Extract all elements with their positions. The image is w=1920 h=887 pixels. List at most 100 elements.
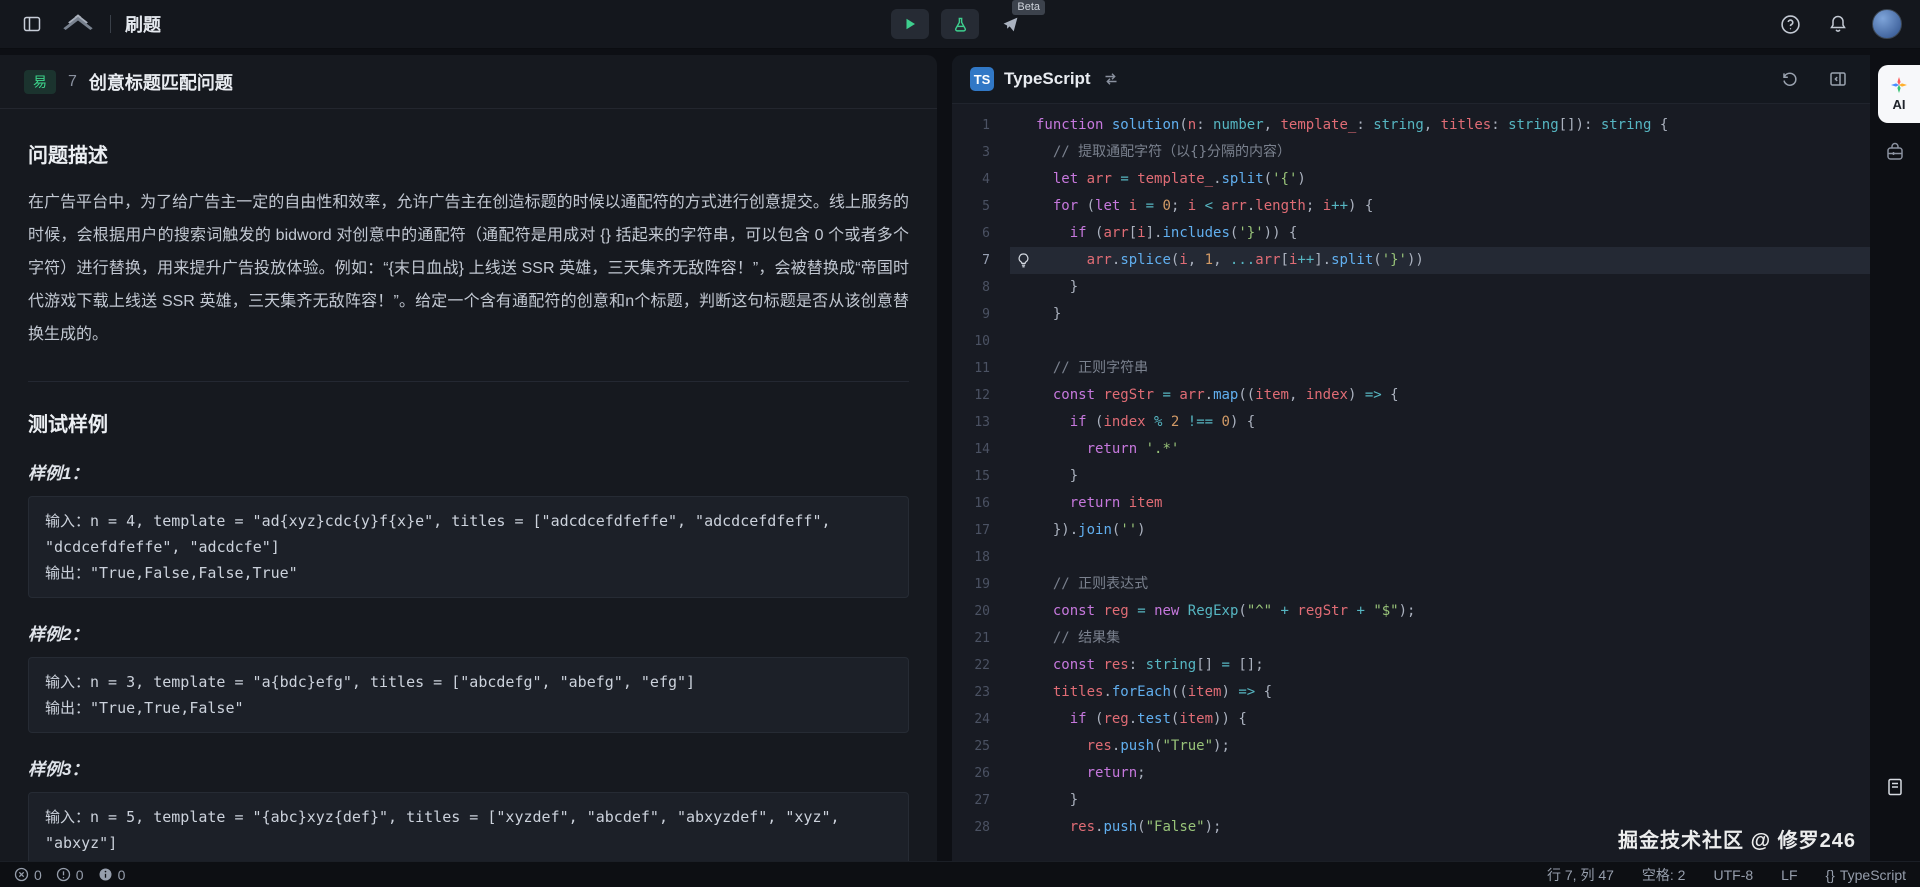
code-text: // 结果集 — [1036, 625, 1870, 652]
line-number: 10 — [952, 328, 1010, 355]
quickfix-lightbulb-icon[interactable] — [1010, 247, 1036, 274]
sample-input: 输入：n = 5, template = "{abc}xyz{def}", ti… — [45, 804, 892, 856]
sample-code-block: 输入：n = 5, template = "{abc}xyz{def}", ti… — [28, 792, 909, 861]
indentation-setting[interactable]: 空格: 2 — [1642, 865, 1686, 885]
code-text: // 提取通配字符（以{}分隔的内容） — [1036, 139, 1870, 166]
debug-test-button[interactable] — [941, 9, 979, 39]
code-text: for (let i = 0; i < arr.length; i++) { — [1036, 193, 1870, 220]
line-number: 16 — [952, 490, 1010, 517]
language-mode[interactable]: {} TypeScript — [1826, 867, 1907, 883]
line-number: 28 — [952, 814, 1010, 841]
code-line[interactable]: 27 } — [952, 787, 1870, 814]
encoding-setting[interactable]: UTF-8 — [1713, 867, 1753, 883]
line-number: 3 — [952, 139, 1010, 166]
code-editor[interactable]: 1function solution(n: number, template_:… — [952, 104, 1870, 861]
error-icon — [14, 867, 29, 882]
line-number: 24 — [952, 706, 1010, 733]
code-line[interactable]: 13 if (index % 2 !== 0) { — [952, 409, 1870, 436]
eol-setting[interactable]: LF — [1781, 867, 1797, 883]
code-line[interactable]: 25 res.push("True"); — [952, 733, 1870, 760]
user-avatar[interactable] — [1872, 9, 1902, 39]
ai-assistant-button[interactable]: AI — [1878, 65, 1920, 123]
bulb-slot — [1010, 787, 1036, 814]
line-number: 13 — [952, 409, 1010, 436]
code-line[interactable]: 20 const reg = new RegExp("^" + regStr +… — [952, 598, 1870, 625]
code-line[interactable]: 12 const regStr = arr.map((item, index) … — [952, 382, 1870, 409]
code-line-active[interactable]: 7 arr.splice(i, 1, ...arr[i++].split('}'… — [952, 247, 1870, 274]
code-text — [1036, 328, 1870, 355]
language-switch-icon[interactable] — [1101, 69, 1121, 89]
line-number: 21 — [952, 625, 1010, 652]
line-number: 22 — [952, 652, 1010, 679]
code-text: function solution(n: number, template_: … — [1036, 112, 1870, 139]
reset-code-icon[interactable] — [1776, 65, 1804, 93]
code-line[interactable]: 14 return '.*' — [952, 436, 1870, 463]
journal-icon[interactable] — [1885, 777, 1905, 797]
help-icon[interactable] — [1776, 10, 1804, 38]
errors-count: 0 — [34, 867, 42, 883]
line-number: 4 — [952, 166, 1010, 193]
problem-description: 在广告平台中，为了给广告主一定的自由性和效率，允许广告主在创造标题的时候以通配符… — [28, 186, 909, 351]
code-line[interactable]: 26 return; — [952, 760, 1870, 787]
app-logo-icon[interactable] — [60, 10, 96, 38]
sidebar-toggle-icon[interactable] — [18, 10, 46, 38]
language-mode-label: TypeScript — [1840, 867, 1906, 883]
info-indicator[interactable]: 0 — [98, 867, 126, 883]
ai-label: AI — [1893, 97, 1906, 112]
code-line[interactable]: 6 if (arr[i].includes('}')) { — [952, 220, 1870, 247]
code-line[interactable]: 15 } — [952, 463, 1870, 490]
bulb-slot — [1010, 355, 1036, 382]
notifications-bell-icon[interactable] — [1824, 10, 1852, 38]
code-text: const res: string[] = []; — [1036, 652, 1870, 679]
code-line[interactable]: 19 // 正则表达式 — [952, 571, 1870, 598]
code-line[interactable]: 18 — [952, 544, 1870, 571]
code-line[interactable]: 1function solution(n: number, template_:… — [952, 112, 1870, 139]
code-line[interactable]: 21 // 结果集 — [952, 625, 1870, 652]
run-controls: Beta — [891, 0, 1029, 48]
warnings-indicator[interactable]: 0 — [56, 867, 84, 883]
code-line[interactable]: 9 } — [952, 301, 1870, 328]
code-line[interactable]: 22 const res: string[] = []; — [952, 652, 1870, 679]
problem-number: 7 — [68, 73, 77, 91]
beta-badge: Beta — [1012, 0, 1045, 15]
editor-panel: TS TypeScript 1function solution(n: numb… — [952, 55, 1870, 861]
submit-button[interactable]: Beta — [991, 9, 1029, 39]
description-heading: 问题描述 — [28, 139, 909, 168]
layout-toggle-icon[interactable] — [1824, 65, 1852, 93]
divider — [110, 15, 111, 33]
language-name: TypeScript — [1004, 69, 1091, 89]
errors-indicator[interactable]: 0 — [14, 867, 42, 883]
code-line[interactable]: 24 if (reg.test(item)) { — [952, 706, 1870, 733]
problem-panel: 易 7 创意标题匹配问题 问题描述 在广告平台中，为了给广告主一定的自由性和效率… — [0, 55, 937, 861]
bulb-slot — [1010, 139, 1036, 166]
problem-title: 创意标题匹配问题 — [89, 69, 233, 95]
problem-content[interactable]: 问题描述 在广告平台中，为了给广告主一定的自由性和效率，允许广告主在创造标题的时… — [0, 109, 937, 861]
bulb-slot — [1010, 382, 1036, 409]
sample-label: 样例1： — [28, 459, 909, 484]
code-line[interactable]: 11 // 正则字符串 — [952, 355, 1870, 382]
code-line[interactable]: 4 let arr = template_.split('{') — [952, 166, 1870, 193]
code-line[interactable]: 3 // 提取通配字符（以{}分隔的内容） — [952, 139, 1870, 166]
code-line[interactable]: 23 titles.forEach((item) => { — [952, 679, 1870, 706]
backpack-icon[interactable] — [1884, 141, 1906, 163]
typescript-icon: TS — [970, 67, 994, 91]
cursor-position[interactable]: 行 7, 列 47 — [1547, 865, 1614, 885]
code-line[interactable]: 10 — [952, 328, 1870, 355]
braces-icon: {} — [1826, 867, 1835, 883]
run-button[interactable] — [891, 9, 929, 39]
code-line[interactable]: 28 res.push("False"); — [952, 814, 1870, 841]
code-line[interactable]: 17 }).join('') — [952, 517, 1870, 544]
line-number: 26 — [952, 760, 1010, 787]
code-text: res.push("True"); — [1036, 733, 1870, 760]
code-line[interactable]: 5 for (let i = 0; i < arr.length; i++) { — [952, 193, 1870, 220]
line-number: 9 — [952, 301, 1010, 328]
code-text: titles.forEach((item) => { — [1036, 679, 1870, 706]
code-line[interactable]: 16 return item — [952, 490, 1870, 517]
bulb-slot — [1010, 301, 1036, 328]
code-text: res.push("False"); — [1036, 814, 1870, 841]
code-line[interactable]: 8 } — [952, 274, 1870, 301]
line-number: 19 — [952, 571, 1010, 598]
samples-section: 测试样例 样例1：输入：n = 4, template = "ad{xyz}cd… — [28, 381, 909, 861]
code-text: } — [1036, 301, 1870, 328]
editor-header: TS TypeScript — [952, 55, 1870, 104]
